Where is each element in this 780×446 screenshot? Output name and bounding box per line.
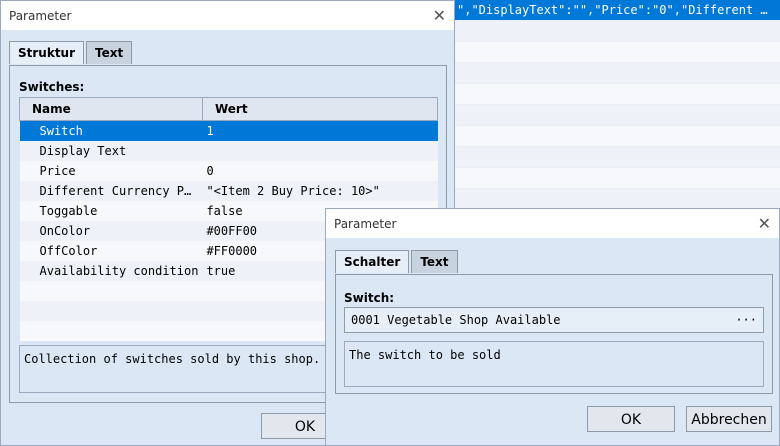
- background-list-row[interactable]: [455, 126, 780, 147]
- switch-field-value: 0001 Vegetable Shop Available: [351, 313, 561, 327]
- tab-bar: Schalter Text: [335, 250, 460, 273]
- background-list-row[interactable]: [455, 63, 780, 84]
- background-list-row[interactable]: [455, 84, 780, 105]
- ellipsis-icon[interactable]: ···: [735, 308, 757, 332]
- table-row[interactable]: Different Currency P… "<Item 2 Buy Price…: [19, 181, 438, 201]
- row-name: OnColor: [39, 224, 91, 238]
- background-list-row[interactable]: [455, 147, 780, 168]
- table-row[interactable]: Display Text: [19, 141, 438, 161]
- ok-button[interactable]: OK: [587, 406, 675, 432]
- row-name: Availability condition: [39, 264, 199, 278]
- row-name: OffColor: [39, 244, 98, 258]
- switch-label: Switch:: [344, 291, 395, 305]
- switches-label: Switches:: [19, 80, 85, 94]
- tab-bar: Struktur Text: [9, 41, 134, 64]
- tab-struktur[interactable]: Struktur: [9, 41, 85, 64]
- tab-text[interactable]: Text: [86, 41, 133, 64]
- parameter-dialog-switch: Parameter ✕ Schalter Text Switch: 0001 V…: [325, 208, 780, 446]
- table-row[interactable]: Switch 1: [19, 120, 438, 141]
- close-icon[interactable]: ✕: [433, 6, 446, 25]
- dialog-title: Parameter: [334, 217, 397, 231]
- tab-schalter[interactable]: Schalter: [335, 250, 410, 273]
- row-value: 1: [206, 124, 214, 138]
- row-name: Price: [39, 164, 76, 178]
- background-list-row[interactable]: [455, 21, 780, 42]
- row-name: Switch: [39, 124, 83, 138]
- row-name: Toggable: [39, 204, 98, 218]
- background-list-row[interactable]: [455, 42, 780, 63]
- dialog-title: Parameter: [9, 9, 72, 23]
- column-header-value[interactable]: Wert: [201, 97, 439, 121]
- background-list-selected-row[interactable]: ","DisplayText":"","Price":"0","Differen…: [455, 0, 780, 21]
- background-list-row[interactable]: [455, 189, 780, 210]
- title-bar: Parameter ✕: [326, 209, 779, 238]
- table-row[interactable]: Price 0: [19, 161, 438, 181]
- row-value: [202, 141, 437, 161]
- row-value: "<Item 2 Buy Price: 10>": [206, 184, 380, 198]
- row-value: 0: [206, 164, 214, 178]
- tab-text[interactable]: Text: [411, 250, 458, 273]
- background-list-row[interactable]: [455, 105, 780, 126]
- row-name: Different Currency P…: [39, 184, 192, 198]
- cancel-button[interactable]: Abbrechen: [686, 406, 772, 432]
- row-name: Display Text: [39, 144, 127, 158]
- description-box: The switch to be sold: [344, 341, 764, 387]
- background-list-row[interactable]: [455, 168, 780, 189]
- title-bar: Parameter ✕: [1, 1, 454, 30]
- switch-select-field[interactable]: 0001 Vegetable Shop Available ···: [344, 307, 764, 333]
- column-header-name[interactable]: Name: [19, 97, 203, 121]
- close-icon[interactable]: ✕: [758, 214, 771, 233]
